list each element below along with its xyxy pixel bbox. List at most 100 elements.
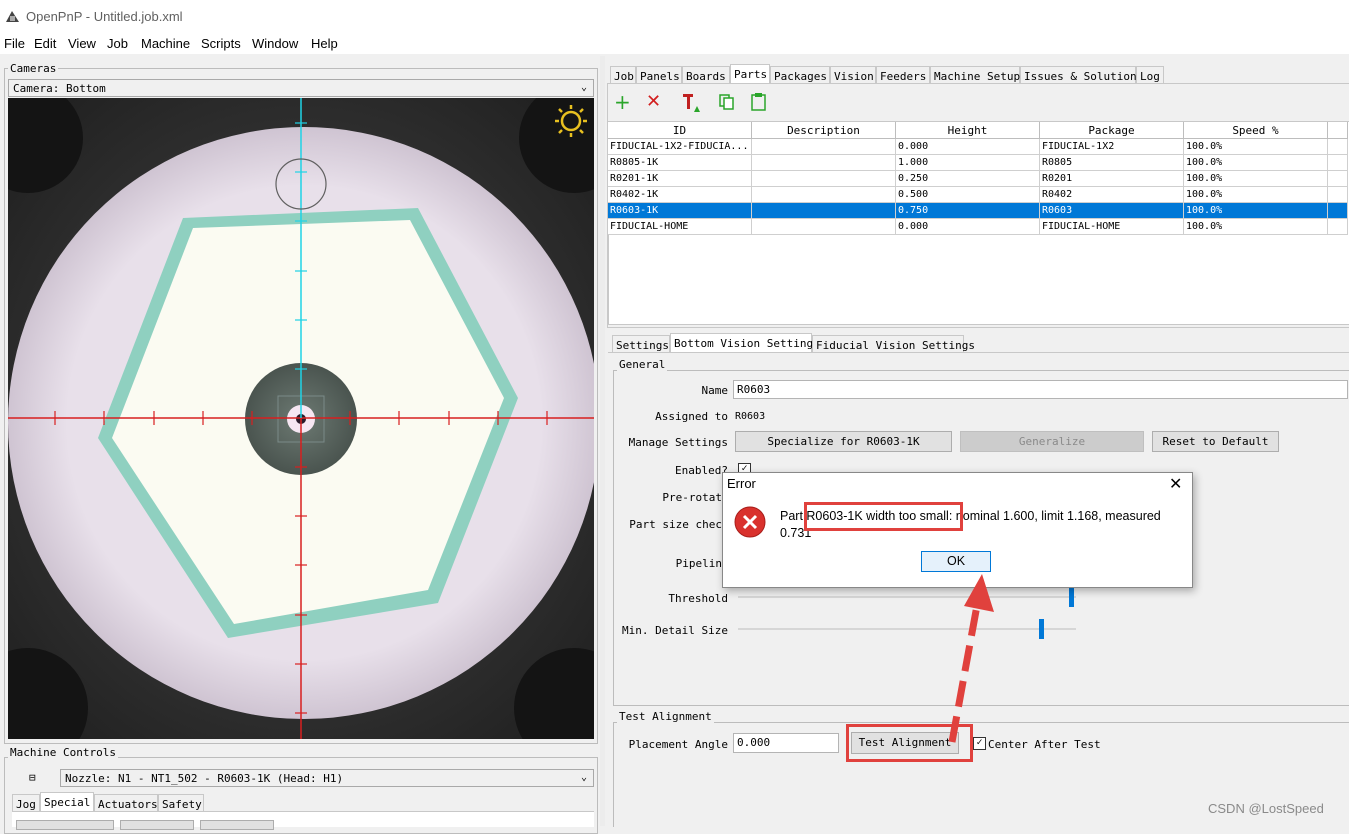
nozzle-select[interactable]: Nozzle: N1 - NT1_502 - R0603-1K (Head: H… (60, 769, 594, 787)
name-field[interactable]: R0603 (733, 380, 1348, 399)
cell-speed[interactable]: 100.0% (1183, 138, 1328, 155)
tab-machine-setup[interactable]: Machine Setup (930, 66, 1020, 83)
tab-fiducial-vision-settings[interactable]: Fiducial Vision Settings (812, 335, 975, 352)
add-part-icon[interactable]: + (614, 92, 632, 112)
table-row[interactable]: FIDUCIAL-HOME 0.000 FIDUCIAL-HOME 100.0% (608, 218, 1348, 235)
tab-parts[interactable]: Parts (730, 64, 770, 84)
tab-safety[interactable]: Safety (158, 794, 204, 811)
cell-height[interactable]: 0.500 (895, 186, 1040, 203)
chevron-down-icon: ⌄ (580, 82, 587, 93)
cell-speed[interactable]: 100.0% (1183, 154, 1328, 171)
cell-package[interactable]: R0201 (1039, 170, 1184, 187)
cell-package[interactable]: R0603 (1039, 202, 1184, 219)
menu-job[interactable]: Job (107, 36, 128, 51)
cell-package[interactable]: R0402 (1039, 186, 1184, 203)
tab-job[interactable]: Job (610, 66, 636, 83)
cell-height[interactable]: 0.000 (895, 218, 1040, 235)
tab-special[interactable]: Special (40, 792, 94, 812)
cell-id[interactable]: R0402-1K (608, 186, 752, 203)
cell-id[interactable]: FIDUCIAL-1X2-FIDUCIA... (608, 138, 752, 155)
close-icon[interactable]: ✕ (1169, 474, 1182, 494)
cell-height[interactable]: 0.250 (895, 170, 1040, 187)
copy-icon[interactable] (718, 93, 736, 114)
special-button-2[interactable] (120, 820, 194, 830)
placement-angle-field[interactable]: 0.000 (733, 733, 839, 753)
general-label: General (617, 358, 668, 371)
menu-machine[interactable]: Machine (141, 36, 190, 51)
column-header-description[interactable]: Description (751, 122, 896, 139)
min-detail-size-slider[interactable] (738, 628, 1076, 630)
special-button-1[interactable] (16, 820, 114, 830)
tab-log[interactable]: Log (1136, 66, 1164, 83)
cell-height[interactable]: 1.000 (895, 154, 1040, 171)
ok-button[interactable]: OK (921, 551, 991, 572)
threshold-slider-thumb[interactable] (1069, 587, 1075, 607)
reset-to-default-button[interactable]: Reset to Default (1152, 431, 1279, 452)
cell-description[interactable] (751, 154, 896, 171)
cell-height[interactable]: 0.750 (895, 202, 1040, 219)
menu-view[interactable]: View (68, 36, 96, 51)
column-header-speed[interactable]: Speed % (1183, 122, 1328, 139)
splitter[interactable] (600, 56, 605, 826)
placement-angle-label: Placement Angle (628, 738, 728, 751)
cell-package[interactable]: FIDUCIAL-1X2 (1039, 138, 1184, 155)
cell-speed[interactable]: 100.0% (1183, 202, 1328, 219)
delete-part-icon[interactable]: ✕ (646, 93, 664, 111)
menu-file[interactable]: File (4, 36, 25, 51)
tab-boards[interactable]: Boards (682, 66, 730, 83)
menu-bar: File Edit View Job Machine Scripts Windo… (0, 34, 1349, 54)
cell-package[interactable]: FIDUCIAL-HOME (1039, 218, 1184, 235)
tab-feeders[interactable]: Feeders (876, 66, 930, 83)
table-row[interactable]: R0805-1K 1.000 R0805 100.0% (608, 154, 1348, 171)
tab-actuators[interactable]: Actuators (94, 794, 158, 811)
window-title: OpenPnP - Untitled.job.xml (26, 9, 183, 24)
menu-window[interactable]: Window (252, 36, 298, 51)
menu-scripts[interactable]: Scripts (201, 36, 241, 51)
cell-description[interactable] (751, 138, 896, 155)
cell-id[interactable]: FIDUCIAL-HOME (608, 218, 752, 235)
menu-help[interactable]: Help (311, 36, 338, 51)
special-button-3[interactable] (200, 820, 274, 830)
tab-issues-solutions[interactable]: Issues & Solutions (1020, 66, 1143, 83)
pick-part-icon[interactable] (680, 92, 702, 117)
tab-jog[interactable]: Jog (12, 794, 40, 811)
tab-bottom-vision-settings[interactable]: Bottom Vision Settings (670, 333, 820, 353)
tab-settings[interactable]: Settings (612, 335, 670, 352)
message-prefix: Part (780, 509, 807, 523)
cell-id[interactable]: R0603-1K (608, 202, 752, 219)
cell-description[interactable] (751, 170, 896, 187)
generalize-button[interactable]: Generalize (960, 431, 1144, 452)
cell-speed[interactable]: 100.0% (1183, 186, 1328, 203)
title-bar: OpenPnP - Untitled.job.xml (0, 0, 1349, 34)
cell-package[interactable]: R0805 (1039, 154, 1184, 171)
min-detail-size-slider-thumb[interactable] (1038, 619, 1044, 639)
collapse-icon[interactable]: ⊟ (29, 771, 36, 784)
specialize-button[interactable]: Specialize for R0603-1K (735, 431, 952, 452)
tab-panels[interactable]: Panels (636, 66, 682, 83)
column-header-package[interactable]: Package (1039, 122, 1184, 139)
cell-height[interactable]: 0.000 (895, 138, 1040, 155)
tab-vision[interactable]: Vision (830, 66, 876, 83)
tab-packages[interactable]: Packages (770, 66, 830, 83)
camera-select[interactable]: Camera: Bottom ⌄ (8, 79, 594, 97)
lighting-sun-icon[interactable] (554, 104, 588, 141)
cell-description[interactable] (751, 202, 896, 219)
annotation-highlight-message (804, 502, 963, 531)
table-row[interactable]: R0402-1K 0.500 R0402 100.0% (608, 186, 1348, 203)
cell-id[interactable]: R0805-1K (608, 154, 752, 171)
cell-id[interactable]: R0201-1K (608, 170, 752, 187)
camera-view[interactable] (8, 98, 594, 739)
threshold-slider[interactable] (738, 596, 1076, 598)
main-tabs: Job Panels Boards Parts Packages Vision … (608, 64, 1348, 84)
cell-speed[interactable]: 100.0% (1183, 218, 1328, 235)
table-row-selected[interactable]: R0603-1K 0.750 R0603 100.0% (608, 202, 1348, 219)
menu-edit[interactable]: Edit (34, 36, 56, 51)
cell-description[interactable] (751, 186, 896, 203)
table-row[interactable]: R0201-1K 0.250 R0201 100.0% (608, 170, 1348, 187)
column-header-id[interactable]: ID (608, 122, 752, 139)
table-row[interactable]: FIDUCIAL-1X2-FIDUCIA... 0.000 FIDUCIAL-1… (608, 138, 1348, 155)
cell-description[interactable] (751, 218, 896, 235)
paste-icon[interactable] (750, 92, 768, 115)
cell-speed[interactable]: 100.0% (1183, 170, 1328, 187)
column-header-height[interactable]: Height (895, 122, 1040, 139)
